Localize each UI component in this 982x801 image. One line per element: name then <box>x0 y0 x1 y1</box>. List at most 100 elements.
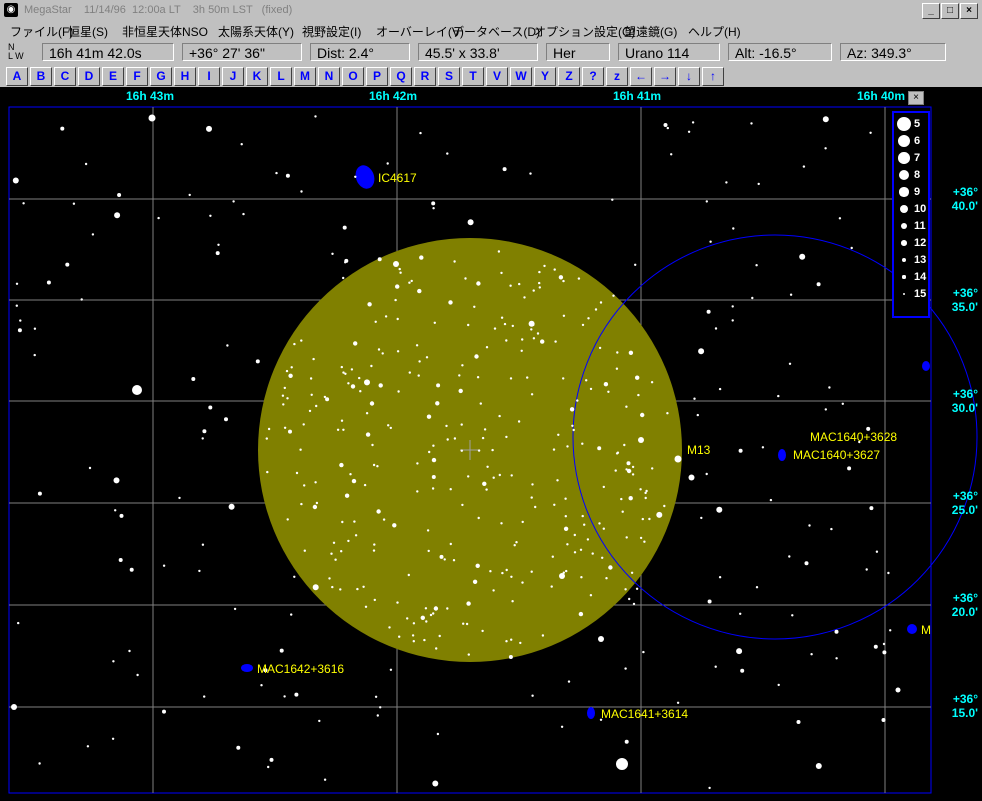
star <box>356 587 359 591</box>
star <box>700 516 703 520</box>
star <box>201 543 205 546</box>
star <box>476 376 480 379</box>
letter-button[interactable]: O <box>342 67 364 86</box>
letter-button[interactable]: L <box>270 67 292 86</box>
star <box>425 356 429 359</box>
star <box>598 522 601 525</box>
letter-button[interactable]: → <box>654 67 676 86</box>
letter-button[interactable]: z <box>606 67 628 86</box>
menu-database[interactable]: データベース(D) <box>452 23 540 40</box>
star <box>486 465 489 468</box>
galaxy-edge[interactable] <box>922 361 930 371</box>
label-mac1641-3614[interactable]: MAC1641+3614 <box>601 707 688 721</box>
menu-stars[interactable]: 恒星(S) <box>68 23 108 40</box>
star <box>810 653 813 656</box>
letter-button[interactable]: M <box>294 67 316 86</box>
letter-button[interactable]: I <box>198 67 220 86</box>
legend-star-dot <box>900 222 908 230</box>
sky-chart[interactable]: 16h 43m 16h 42m 16h 41m 16h 40m +36° 40.0… <box>0 87 982 801</box>
star <box>325 397 330 402</box>
app-icon[interactable]: ◉ <box>4 3 18 17</box>
legend-close-button[interactable]: × <box>908 91 924 105</box>
letter-button[interactable]: F <box>126 67 148 86</box>
star <box>288 429 292 434</box>
letter-button[interactable]: Q <box>390 67 412 86</box>
letter-button[interactable]: Z <box>558 67 580 86</box>
letter-button[interactable]: ↓ <box>678 67 700 86</box>
letter-button[interactable]: ? <box>582 67 604 86</box>
menu-field-settings[interactable]: 視野設定(I) <box>302 23 361 40</box>
label-mac1640-3628[interactable]: MAC1640+3628 <box>810 430 897 444</box>
star <box>519 641 522 645</box>
star <box>318 719 321 723</box>
letter-button[interactable]: C <box>54 67 76 86</box>
menu-file[interactable]: ファイル(F) <box>10 23 73 40</box>
sky-svg[interactable] <box>0 87 982 801</box>
star <box>718 387 722 391</box>
letter-button[interactable]: S <box>438 67 460 86</box>
star <box>33 353 36 357</box>
letter-button[interactable]: W <box>510 67 532 86</box>
galaxy-mac1642-3616[interactable] <box>241 664 253 672</box>
letter-button[interactable]: Y <box>534 67 556 86</box>
letter-button[interactable]: B <box>30 67 52 86</box>
menu-overlay[interactable]: オーバーレイ(V) <box>376 23 464 40</box>
label-mac1642-3616[interactable]: MAC1642+3616 <box>257 662 344 676</box>
letter-button[interactable]: E <box>102 67 124 86</box>
galaxy-mac1640-3627[interactable] <box>778 449 786 461</box>
letter-button[interactable]: R <box>414 67 436 86</box>
star <box>371 443 374 447</box>
menu-help[interactable]: ヘルプ(H) <box>688 23 741 40</box>
star <box>408 371 411 374</box>
legend-row: 11 <box>894 218 928 235</box>
star <box>586 538 590 541</box>
star <box>353 341 358 346</box>
star <box>624 588 627 591</box>
dec-deg: +36° <box>952 591 978 605</box>
label-partial[interactable]: M <box>921 623 931 637</box>
letter-button[interactable]: J <box>222 67 244 86</box>
letter-button[interactable]: ↑ <box>702 67 724 86</box>
letter-button[interactable]: V <box>486 67 508 86</box>
minimize-button[interactable]: _ <box>922 3 940 19</box>
star <box>666 412 669 415</box>
dec-label: +36° 15.0' <box>938 692 978 720</box>
galaxy-partial[interactable] <box>907 624 917 634</box>
letter-button[interactable]: N <box>318 67 340 86</box>
letter-button[interactable]: K <box>246 67 268 86</box>
label-m13[interactable]: M13 <box>687 443 710 457</box>
galaxy-mac1641-3614[interactable] <box>587 707 595 719</box>
star <box>788 362 792 365</box>
star <box>841 402 844 405</box>
label-mac1640-3627[interactable]: MAC1640+3627 <box>793 448 880 462</box>
dec-deg: +36° <box>952 692 978 706</box>
letter-button[interactable]: T <box>462 67 484 86</box>
star <box>674 455 682 463</box>
close-button[interactable]: × <box>960 3 978 19</box>
menu-telescope[interactable]: 望遠鏡(G) <box>624 23 677 40</box>
star <box>285 369 289 373</box>
letter-button[interactable]: G <box>150 67 172 86</box>
star <box>162 709 166 714</box>
menu-nonstellar[interactable]: 非恒星天体NSO <box>122 23 208 40</box>
letter-button[interactable]: H <box>174 67 196 86</box>
letter-button[interactable]: ← <box>630 67 652 86</box>
star <box>446 438 449 441</box>
letter-button[interactable]: D <box>78 67 100 86</box>
star <box>374 320 377 323</box>
menu-options[interactable]: オプション設定(O) <box>534 23 635 40</box>
menu-solar-system[interactable]: 太陽系天体(Y) <box>218 23 294 40</box>
maximize-button[interactable]: □ <box>941 3 959 19</box>
label-ic4617[interactable]: IC4617 <box>378 171 417 185</box>
window-controls: _ □ × <box>921 3 978 19</box>
star <box>265 437 268 440</box>
star <box>288 373 293 378</box>
star <box>562 377 565 380</box>
star <box>755 586 759 589</box>
letter-button[interactable]: P <box>366 67 388 86</box>
star <box>342 225 347 230</box>
letter-button[interactable]: A <box>6 67 28 86</box>
star <box>433 321 436 324</box>
star <box>483 428 487 431</box>
star <box>188 193 191 197</box>
